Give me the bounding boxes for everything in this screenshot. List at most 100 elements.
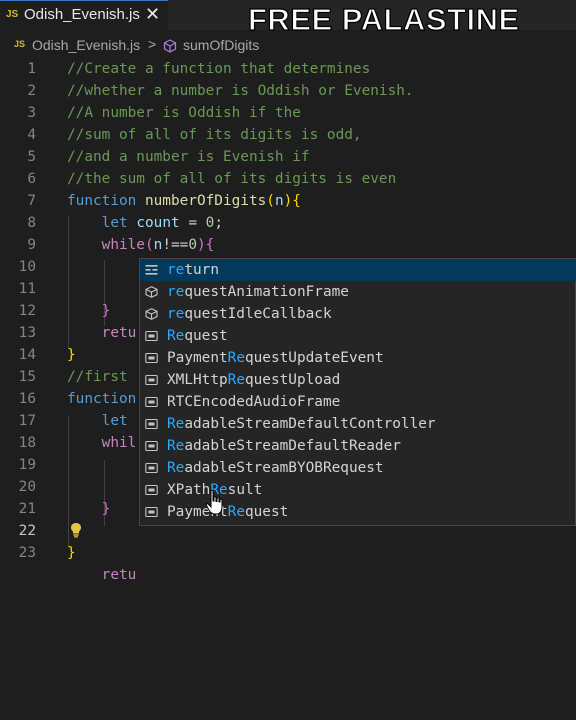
parameter: n bbox=[274, 193, 284, 209]
line-number: 1 bbox=[27, 61, 36, 77]
code-line: 1 //Create a function that determines bbox=[0, 58, 576, 80]
line-number: 15 bbox=[18, 369, 36, 385]
code-line: 3 //A number is Oddish if the bbox=[0, 102, 576, 124]
line-number: 4 bbox=[27, 127, 36, 143]
code-line: 8 let count = 0; bbox=[0, 212, 576, 234]
js-file-icon: JS bbox=[6, 9, 19, 20]
variable-icon bbox=[145, 484, 158, 496]
keyword-icon bbox=[145, 265, 158, 275]
suggestion-label: ReadableStreamDefaultController bbox=[167, 416, 436, 432]
line-number: 16 bbox=[18, 391, 36, 407]
breadcrumb-separator: > bbox=[148, 36, 157, 52]
line-number: 7 bbox=[27, 193, 36, 209]
keyword: let bbox=[101, 215, 128, 231]
suggestion-label: PaymentRequest bbox=[167, 504, 289, 520]
line-number: 11 bbox=[18, 281, 36, 297]
code-line: 5 //and a number is Evenish if bbox=[0, 146, 576, 168]
variable-icon bbox=[145, 330, 158, 342]
variable-icon bbox=[145, 462, 158, 474]
line-number: 14 bbox=[18, 347, 36, 363]
keyword: function bbox=[67, 391, 137, 407]
variable-icon bbox=[145, 374, 158, 386]
close-icon[interactable]: ✕ bbox=[145, 4, 160, 25]
comment: //A number is Oddish if the bbox=[67, 105, 301, 121]
keyword: let bbox=[101, 413, 128, 429]
variable-icon bbox=[145, 396, 158, 408]
code-line: 23} bbox=[0, 542, 576, 564]
suggestion-label: return bbox=[167, 262, 219, 278]
line-number: 8 bbox=[27, 215, 36, 231]
tab-odish-evenish[interactable]: JS Odish_Evenish.js ✕ bbox=[0, 0, 168, 30]
line-number: 3 bbox=[27, 105, 36, 121]
comment: //the sum of all of its digits is even bbox=[67, 171, 397, 187]
line-number: 13 bbox=[18, 325, 36, 341]
keyword: retu bbox=[101, 567, 137, 583]
variable: count bbox=[136, 215, 180, 231]
suggestion-widget: return requestAnimationFrame requestIdleCa… bbox=[139, 258, 576, 526]
suggestion-item[interactable]: ReadableStreamDefaultReader bbox=[140, 435, 576, 457]
method-icon bbox=[145, 308, 158, 320]
js-file-icon: JS bbox=[14, 39, 26, 49]
suggestion-label: ReadableStreamDefaultReader bbox=[167, 438, 401, 454]
comment: //first bbox=[67, 369, 128, 385]
suggestion-label: RTCEncodedAudioFrame bbox=[167, 394, 341, 410]
suggestion-label: ReadableStreamBYOBRequest bbox=[167, 460, 384, 476]
suggestion-label: requestAnimationFrame bbox=[167, 284, 349, 300]
comment: //sum of all of its digits is odd, bbox=[67, 127, 362, 143]
breadcrumb: JS Odish_Evenish.js > sumOfDigits bbox=[0, 34, 576, 56]
variable-icon bbox=[145, 506, 158, 518]
suggestion-item[interactable]: Request bbox=[140, 325, 576, 347]
suggestion-label: requestIdleCallback bbox=[167, 306, 332, 322]
code-line: 9 while(n!==0){ bbox=[0, 234, 576, 256]
operator: !== bbox=[162, 237, 189, 253]
variable-icon bbox=[145, 352, 158, 364]
suggestion-item[interactable]: requestAnimationFrame bbox=[140, 281, 576, 303]
mouse-pointer-icon bbox=[205, 489, 223, 515]
variable-icon bbox=[145, 418, 158, 430]
number: 0 bbox=[188, 237, 197, 253]
function-name: numberOfDigits bbox=[144, 193, 267, 209]
line-number: 2 bbox=[27, 83, 36, 99]
keyword: while bbox=[101, 237, 145, 253]
line-number: 21 bbox=[18, 501, 36, 517]
comment: //and a number is Evenish if bbox=[67, 149, 310, 165]
line-number: 19 bbox=[18, 457, 36, 473]
tab-label: Odish_Evenish.js bbox=[24, 6, 140, 23]
line-number: 22 bbox=[18, 523, 36, 539]
breadcrumb-file[interactable]: Odish_Evenish.js bbox=[32, 37, 140, 53]
lightbulb-icon[interactable] bbox=[70, 522, 82, 538]
line-number: 10 bbox=[18, 259, 36, 275]
overlay-caption: FREE PALASTINE bbox=[247, 1, 520, 37]
suggestion-item[interactable]: return bbox=[140, 259, 576, 281]
suggestion-label: Request bbox=[167, 328, 228, 344]
suggestion-item[interactable]: ReadableStreamBYOBRequest bbox=[140, 457, 576, 479]
suggestion-label: XMLHttpRequestUpload bbox=[167, 372, 341, 388]
code-line: 4 //sum of all of its digits is odd, bbox=[0, 124, 576, 146]
line-number: 5 bbox=[27, 149, 36, 165]
line-number: 12 bbox=[18, 303, 36, 319]
code-line: 2 //whether a number is Oddish or Evenish… bbox=[0, 80, 576, 102]
keyword: function bbox=[67, 193, 137, 209]
suggestion-item[interactable]: RTCEncodedAudioFrame bbox=[140, 391, 576, 413]
line-number: 23 bbox=[18, 545, 36, 561]
number: 0 bbox=[205, 215, 215, 231]
line-number: 9 bbox=[27, 237, 36, 253]
comment: //Create a function that determines bbox=[67, 61, 371, 77]
breadcrumb-symbol[interactable]: sumOfDigits bbox=[183, 37, 259, 53]
cube-icon bbox=[163, 39, 177, 53]
line-number: 17 bbox=[18, 413, 36, 429]
suggestion-item[interactable]: PaymentRequestUpdateEvent bbox=[140, 347, 576, 369]
comment: //whether a number is Oddish or Evenish. bbox=[67, 83, 414, 99]
line-number: 18 bbox=[18, 435, 36, 451]
method-icon bbox=[145, 286, 158, 298]
suggestion-item[interactable]: requestIdleCallback bbox=[140, 303, 576, 325]
keyword: retu bbox=[101, 325, 137, 341]
suggestion-label: PaymentRequestUpdateEvent bbox=[167, 350, 384, 366]
suggestion-item[interactable]: ReadableStreamDefaultController bbox=[140, 413, 576, 435]
suggestion-item[interactable]: XMLHttpRequestUpload bbox=[140, 369, 576, 391]
code-line: 6 //the sum of all of its digits is even bbox=[0, 168, 576, 190]
code-line: 7 function numberOfDigits(n){ bbox=[0, 190, 576, 212]
keyword: whil bbox=[101, 435, 137, 451]
variable-icon bbox=[145, 440, 158, 452]
line-number: 20 bbox=[18, 479, 36, 495]
